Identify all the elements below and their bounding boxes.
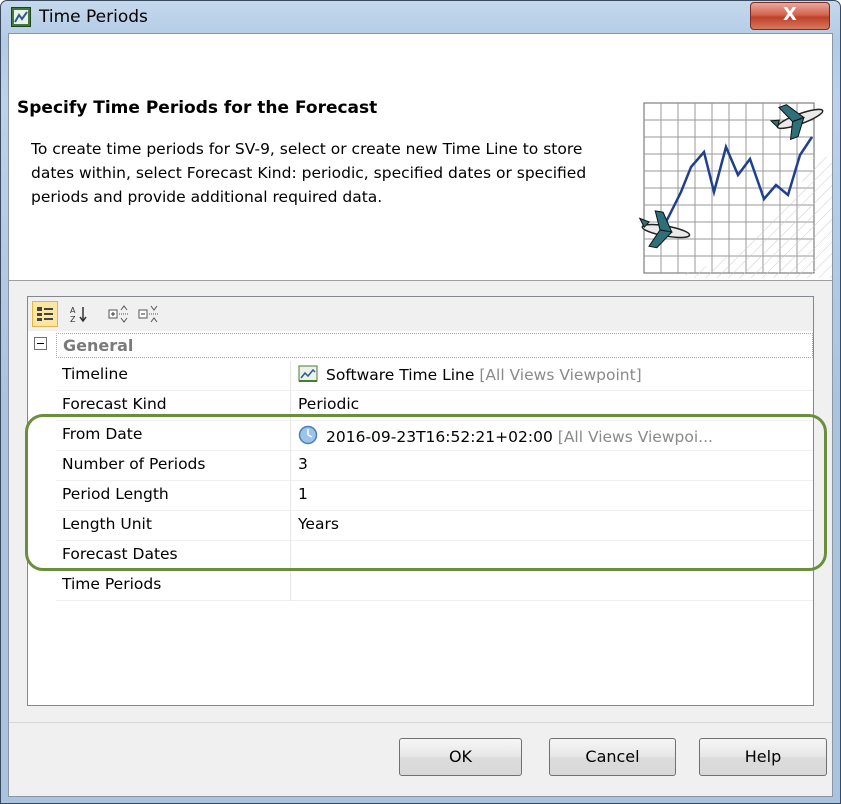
- wizard-header: Specify Time Periods for the Forecast To…: [9, 34, 832, 281]
- property-name: Timeline: [62, 365, 128, 383]
- group-general[interactable]: General: [28, 331, 813, 361]
- close-icon: X: [783, 4, 797, 25]
- close-button[interactable]: X: [750, 2, 830, 30]
- help-button[interactable]: Help: [699, 738, 827, 776]
- property-name: Forecast Kind: [62, 395, 167, 413]
- property-row-timeline[interactable]: Timeline Software Time Line [All Views V…: [56, 361, 813, 391]
- window-title: Time Periods: [39, 7, 148, 27]
- property-value[interactable]: Periodic: [298, 395, 818, 413]
- title-bar[interactable]: Time Periods X: [1, 1, 840, 33]
- timeline-icon: [298, 365, 318, 382]
- timeline-value: Software Time Line: [326, 366, 475, 384]
- header-title: Specify Time Periods for the Forecast: [17, 98, 378, 118]
- button-bar-divider: [9, 722, 832, 723]
- forecast-chart-illustration-icon: [638, 102, 832, 278]
- sort-alphabetical-icon[interactable]: A Z: [66, 301, 92, 327]
- collapse-all-icon[interactable]: [136, 301, 162, 327]
- column-divider: [290, 571, 291, 601]
- column-divider: [290, 361, 291, 391]
- collapse-group-icon[interactable]: [34, 337, 47, 350]
- property-row-time-periods[interactable]: Time Periods: [56, 571, 813, 601]
- highlight-annotation: [25, 414, 827, 571]
- property-toolbar: A Z: [28, 297, 813, 331]
- group-label: General: [56, 333, 813, 358]
- app-icon: [11, 7, 31, 27]
- header-description: To create time periods for SV-9, select …: [31, 140, 587, 206]
- ok-button[interactable]: OK: [399, 738, 522, 776]
- property-value[interactable]: Software Time Line [All Views Viewpoint]: [298, 365, 818, 384]
- cancel-button[interactable]: Cancel: [549, 738, 676, 776]
- svg-text:Z: Z: [70, 315, 76, 324]
- expand-all-icon[interactable]: [106, 301, 132, 327]
- time-periods-dialog: Time Periods X Specify Time Periods for …: [0, 0, 841, 804]
- property-name: Time Periods: [62, 575, 162, 593]
- viewpoint-suffix: [All Views Viewpoint]: [479, 366, 642, 384]
- svg-text:A: A: [70, 306, 76, 315]
- categorized-view-icon[interactable]: [32, 301, 58, 327]
